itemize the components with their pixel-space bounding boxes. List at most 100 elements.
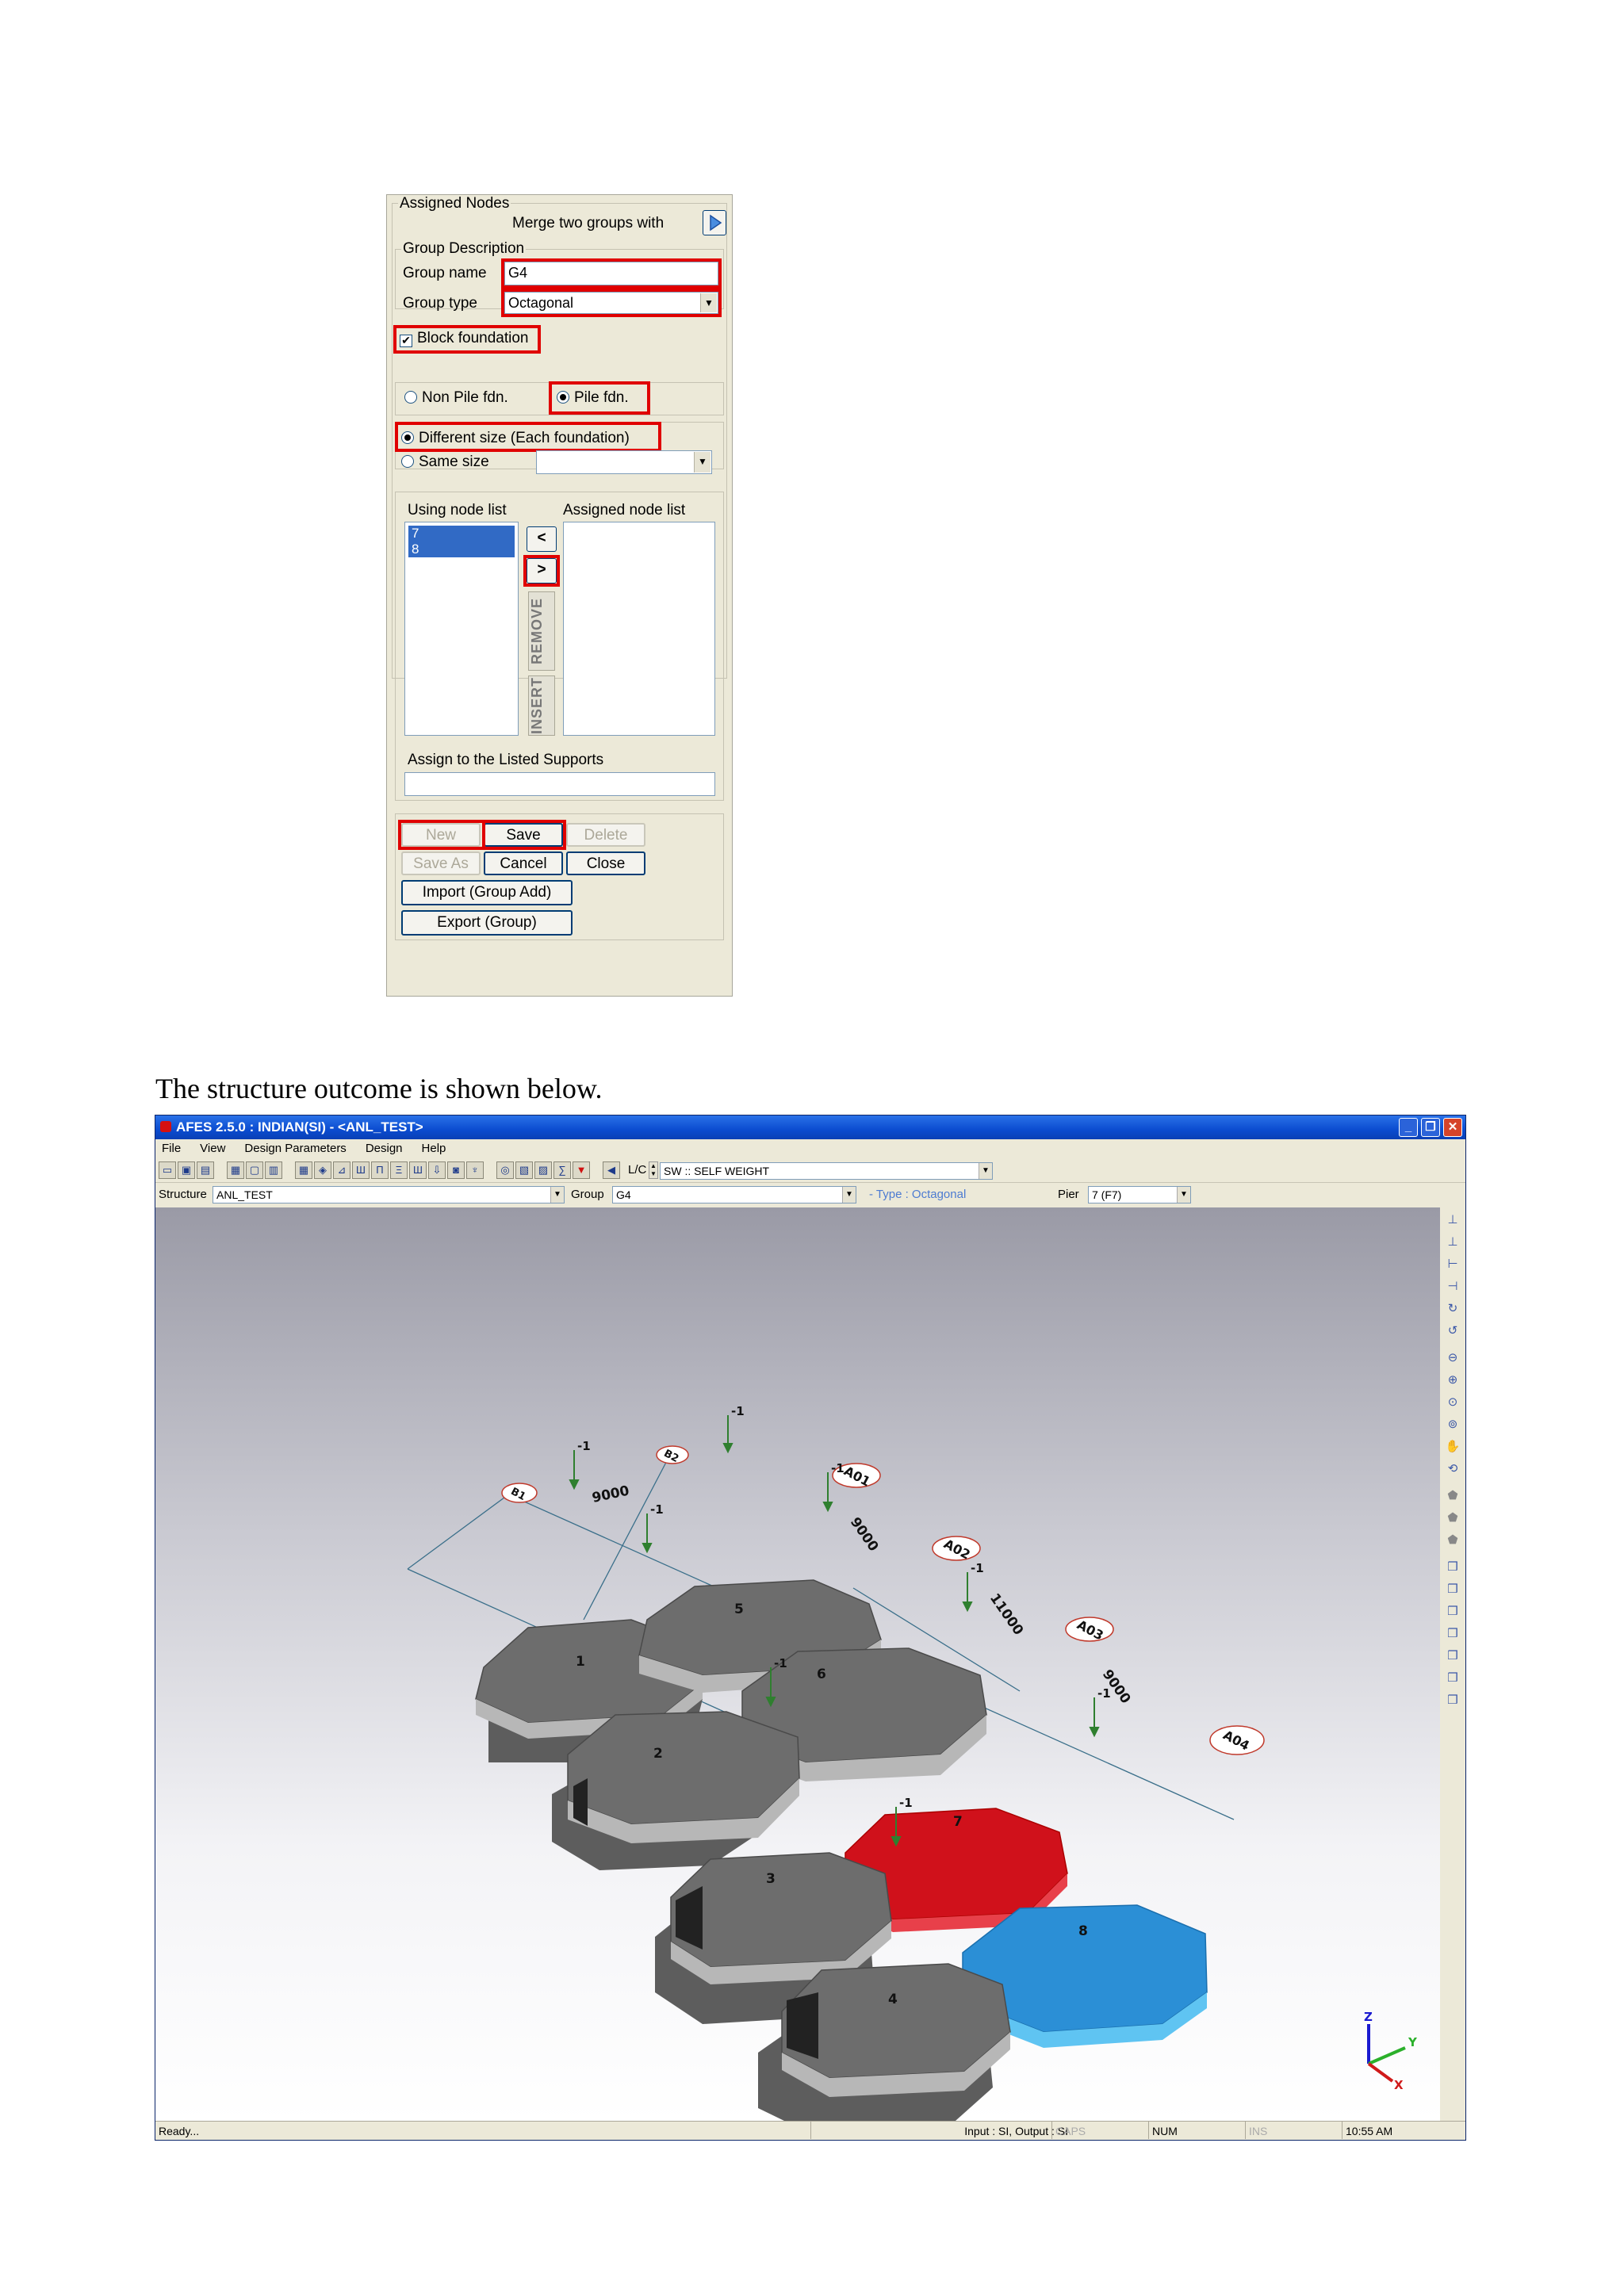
highlight-group-type: [501, 289, 722, 317]
menu-design[interactable]: Design: [366, 1142, 403, 1155]
non-pile-radio[interactable]: Non Pile fdn.: [404, 389, 508, 407]
using-node-listbox[interactable]: 7 8: [404, 522, 519, 736]
rotate-back-icon[interactable]: ↺: [1445, 1323, 1461, 1339]
wire-icon[interactable]: ⬟: [1445, 1510, 1461, 1526]
open-icon[interactable]: ▭: [159, 1161, 176, 1179]
zoom-out-icon[interactable]: ⊖: [1445, 1350, 1461, 1366]
assigned-node-list-label: Assigned node list: [563, 502, 686, 519]
save-as-button[interactable]: Save As: [401, 851, 481, 875]
status-num: NUM: [1148, 2122, 1178, 2139]
node-number-4: 4: [888, 1992, 898, 2007]
menu-file[interactable]: File: [162, 1142, 181, 1155]
insert-button[interactable]: INSERT: [528, 675, 555, 736]
highlight-block-foundation: [393, 325, 541, 354]
assign-supports-input[interactable]: [404, 772, 715, 796]
lc-label: L/C: [628, 1163, 647, 1177]
restore-icon[interactable]: ❐: [1421, 1118, 1440, 1137]
minimize-icon[interactable]: _: [1399, 1118, 1418, 1137]
member-icon[interactable]: ⊿: [333, 1161, 350, 1179]
sp-icon[interactable]: ∑: [553, 1161, 571, 1179]
zoom-fit-icon[interactable]: ⊚: [1445, 1417, 1461, 1433]
iso-view-5-icon[interactable]: ❒: [1445, 1648, 1461, 1664]
pan-icon[interactable]: ✋: [1445, 1439, 1461, 1455]
merge-arrow-button[interactable]: [703, 210, 726, 235]
copy-icon[interactable]: ▢: [246, 1161, 263, 1179]
structure-label: Structure: [159, 1188, 207, 1201]
close-button[interactable]: Close: [566, 851, 645, 875]
pile-icon[interactable]: Ш: [352, 1161, 370, 1179]
highlight-save: [482, 820, 566, 850]
iso-view-6-icon[interactable]: ❒: [1445, 1670, 1461, 1686]
structure-icon[interactable]: ▦: [227, 1161, 244, 1179]
same-size-select[interactable]: ▼: [536, 450, 712, 474]
load-value: -1: [831, 1461, 845, 1475]
highlight-pile-fdn: [549, 381, 650, 415]
afes-window: AFES 2.5.0 : INDIAN(SI) - <ANL_TEST> _ ❐…: [155, 1115, 1466, 2141]
export-icon[interactable]: ▨: [534, 1161, 552, 1179]
list-item[interactable]: 8: [408, 541, 515, 557]
lock-icon[interactable]: ◙: [447, 1161, 465, 1179]
toolbar: ▭ ▣ ▤ ▦ ▢ ▥ ▦ ◈ ⊿ Ш Π Ξ Ш ⇩ ◙ ♆ ◎ ▧ ▨ ∑ …: [155, 1158, 1465, 1183]
caption-text: The structure outcome is shown below.: [155, 1073, 603, 1104]
save-icon[interactable]: ▣: [178, 1161, 195, 1179]
app-icon: [160, 1121, 171, 1132]
load-case-select[interactable]: SW :: SELF WEIGHT ▼: [660, 1162, 993, 1180]
remove-button[interactable]: REMOVE: [528, 591, 555, 671]
cancel-button[interactable]: Cancel: [484, 851, 563, 875]
view-right-icon[interactable]: ⊣: [1445, 1279, 1461, 1295]
close-icon[interactable]: ✕: [1443, 1118, 1462, 1137]
filter-icon[interactable]: ▼: [573, 1161, 590, 1179]
view-icon[interactable]: ◎: [496, 1161, 514, 1179]
iso-view-7-icon[interactable]: ❒: [1445, 1693, 1461, 1709]
wall-icon[interactable]: Ш: [409, 1161, 427, 1179]
import-group-button[interactable]: Import (Group Add): [401, 880, 573, 905]
iso-view-3-icon[interactable]: ❒: [1445, 1604, 1461, 1620]
iso-view-2-icon[interactable]: ❒: [1445, 1582, 1461, 1598]
assigned-node-listbox[interactable]: [563, 522, 715, 736]
export-group-button[interactable]: Export (Group): [401, 910, 573, 936]
sound-icon[interactable]: ◀: [603, 1161, 620, 1179]
3d-viewport[interactable]: 1 2 3 4 5 6 7 8 A01 A02 A03 A04 B1 B2 90…: [155, 1207, 1440, 2135]
pier-select[interactable]: 7 (F7) ▼: [1088, 1186, 1191, 1203]
menu-help[interactable]: Help: [422, 1142, 446, 1155]
view-front-icon[interactable]: ⊥: [1445, 1212, 1461, 1228]
menu-design-parameters[interactable]: Design Parameters: [244, 1142, 346, 1155]
grid-icon[interactable]: ▦: [295, 1161, 312, 1179]
support-icon[interactable]: ♆: [466, 1161, 484, 1179]
view-left-icon[interactable]: ⊢: [1445, 1257, 1461, 1272]
same-size-radio[interactable]: Same size: [401, 453, 489, 471]
node-icon[interactable]: ◈: [314, 1161, 331, 1179]
delete-icon[interactable]: ▥: [265, 1161, 282, 1179]
iso-view-4-icon[interactable]: ❒: [1445, 1626, 1461, 1642]
structure-select[interactable]: ANL_TEST ▼: [213, 1186, 565, 1203]
menu-view[interactable]: View: [200, 1142, 225, 1155]
spin-icon[interactable]: ▲ ▼: [649, 1161, 658, 1179]
zoom-in-icon[interactable]: ⊕: [1445, 1372, 1461, 1388]
dropdown-arrow-icon: ▼: [1177, 1187, 1190, 1203]
load-value: -1: [971, 1561, 984, 1575]
dropdown-arrow-icon: ▼: [550, 1187, 564, 1203]
dropdown-arrow-icon: ▼: [842, 1187, 856, 1203]
shade-icon[interactable]: ⬟: [1445, 1488, 1461, 1504]
load-icon[interactable]: ⇩: [428, 1161, 446, 1179]
structure-3d-view[interactable]: 1 2 3 4 5 6 7 8 A01 A02 A03 A04 B1 B2 90…: [155, 1207, 1440, 2135]
zoom-window-icon[interactable]: ⊙: [1445, 1395, 1461, 1410]
beam-icon[interactable]: Ξ: [390, 1161, 408, 1179]
hidden-icon[interactable]: ⬟: [1445, 1533, 1461, 1548]
view-back-icon[interactable]: ⊥: [1445, 1234, 1461, 1250]
status-ins: INS: [1245, 2122, 1267, 2139]
dimension-9000-a01: 9000: [847, 1514, 882, 1554]
iso-view-1-icon[interactable]: ❒: [1445, 1559, 1461, 1575]
list-item[interactable]: 7: [408, 526, 515, 541]
node-number-2: 2: [653, 1746, 663, 1762]
report-icon[interactable]: ▧: [515, 1161, 533, 1179]
highlight-different-size: [395, 422, 661, 452]
group-select[interactable]: G4 ▼: [612, 1186, 856, 1203]
refresh-icon[interactable]: ⟲: [1445, 1461, 1461, 1477]
move-left-button[interactable]: <: [527, 526, 557, 552]
rotate-icon[interactable]: ↻: [1445, 1301, 1461, 1317]
delete-button[interactable]: Delete: [566, 823, 645, 847]
print-icon[interactable]: ▤: [197, 1161, 214, 1179]
pier-icon[interactable]: Π: [371, 1161, 389, 1179]
load-value: -1: [731, 1404, 745, 1418]
